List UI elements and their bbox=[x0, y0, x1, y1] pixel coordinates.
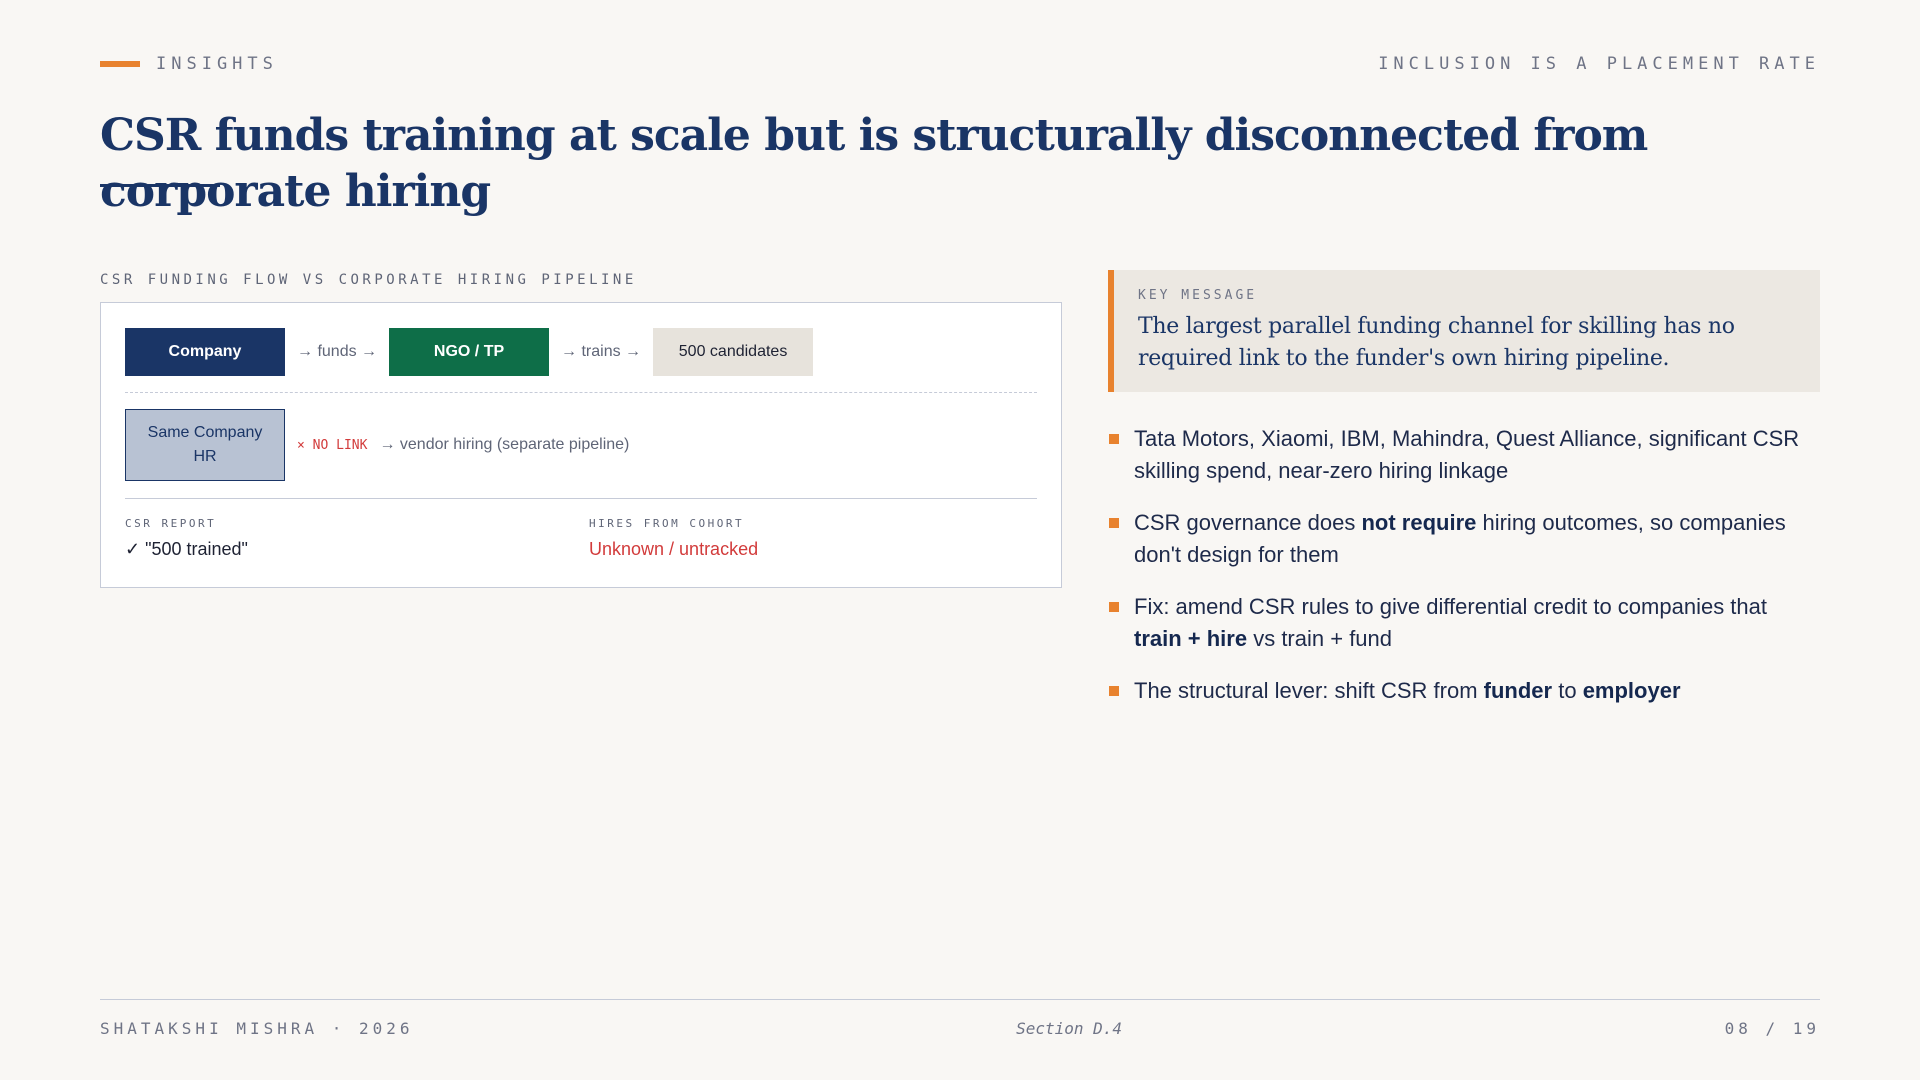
dashed-divider bbox=[125, 392, 1037, 393]
csr-report-value: ✓ "500 trained" bbox=[125, 539, 248, 559]
funding-flow-row: Company → funds → NGO / TP → trains → 50… bbox=[125, 328, 814, 376]
insight-bullets: Tata Motors, Xiaomi, IBM, Mahindra, Ques… bbox=[1108, 423, 1820, 727]
section-label: INSIGHTS bbox=[156, 54, 278, 74]
bullet-item: CSR governance does not require hiring o… bbox=[1108, 507, 1820, 571]
no-link-marker: × NO LINK bbox=[297, 437, 368, 453]
company-node: Company bbox=[125, 328, 285, 376]
diagram-caption: CSR FUNDING FLOW VS CORPORATE HIRING PIP… bbox=[100, 272, 637, 288]
footer-divider bbox=[100, 999, 1820, 1000]
bullet-text: vs train + fund bbox=[1247, 626, 1393, 651]
bullet-emphasis: funder bbox=[1483, 678, 1553, 703]
bullet-square-icon bbox=[1109, 686, 1119, 696]
key-message-label: KEY MESSAGE bbox=[1138, 288, 1258, 303]
key-message-text: The largest parallel funding channel for… bbox=[1138, 314, 1735, 371]
hires-value: Unknown / untracked bbox=[589, 539, 759, 559]
hr-label-line2: HR bbox=[193, 448, 217, 465]
footer: SHATAKSHI MISHRA · 2026 Section D.4 08 /… bbox=[100, 1018, 1820, 1038]
bullet-item: The structural lever: shift CSR from fun… bbox=[1108, 675, 1820, 707]
bullet-item: Tata Motors, Xiaomi, IBM, Mahindra, Ques… bbox=[1108, 423, 1820, 487]
flow-diagram: Company → funds → NGO / TP → trains → 50… bbox=[100, 302, 1062, 588]
slide-title: CSR funds training at scale but is struc… bbox=[100, 110, 1648, 217]
solid-divider bbox=[125, 498, 1037, 499]
bullet-text: CSR governance does bbox=[1134, 510, 1362, 535]
bullet-square-icon bbox=[1109, 602, 1119, 612]
trains-connector: → trains → bbox=[561, 343, 642, 360]
bullet-text: The structural lever: shift CSR from bbox=[1134, 678, 1484, 703]
top-bar: INSIGHTS INCLUSION IS A PLACEMENT RATE bbox=[100, 52, 1820, 76]
bullet-square-icon bbox=[1109, 434, 1119, 444]
bullet-square-icon bbox=[1109, 518, 1119, 528]
company-hr-node: Same Company HR bbox=[125, 409, 285, 481]
deck-tag: INCLUSION IS A PLACEMENT RATE bbox=[1378, 54, 1820, 74]
hires-stat: HIRES FROM COHORT Unknown / untracked bbox=[589, 517, 758, 560]
candidates-node: 500 candidates bbox=[653, 328, 814, 376]
funds-connector: → funds → bbox=[297, 343, 378, 360]
footer-section: Section D.4 bbox=[1016, 1018, 1123, 1038]
key-message-callout: KEY MESSAGE The largest parallel funding… bbox=[1108, 270, 1820, 392]
bullet-emphasis: train + hire bbox=[1134, 626, 1248, 651]
bullet-emphasis: not require bbox=[1361, 510, 1477, 535]
footer-author: SHATAKSHI MISHRA · 2026 bbox=[100, 1018, 414, 1038]
hiring-row: Same Company HR × NO LINK → vendor hirin… bbox=[125, 409, 629, 481]
bullet-emphasis: employer bbox=[1582, 678, 1681, 703]
hr-label-line1: Same Company bbox=[147, 424, 263, 441]
title-underline bbox=[100, 184, 220, 187]
section-tag: INSIGHTS bbox=[100, 54, 278, 74]
ngo-node: NGO / TP bbox=[389, 328, 550, 376]
csr-report-stat: CSR REPORT ✓ "500 trained" bbox=[125, 517, 248, 560]
bullet-text: Fix: amend CSR rules to give differentia… bbox=[1134, 594, 1768, 619]
bullet-text: to bbox=[1552, 678, 1583, 703]
vendor-hiring-label: → vendor hiring (separate pipeline) bbox=[379, 436, 630, 453]
hires-label: HIRES FROM COHORT bbox=[589, 517, 745, 530]
page-number: 08 / 19 bbox=[1724, 1018, 1820, 1038]
accent-line bbox=[100, 61, 140, 67]
bullet-text: Tata Motors, Xiaomi, IBM, Mahindra, Ques… bbox=[1134, 426, 1800, 483]
bullet-item: Fix: amend CSR rules to give differentia… bbox=[1108, 591, 1820, 655]
csr-report-label: CSR REPORT bbox=[125, 517, 217, 530]
